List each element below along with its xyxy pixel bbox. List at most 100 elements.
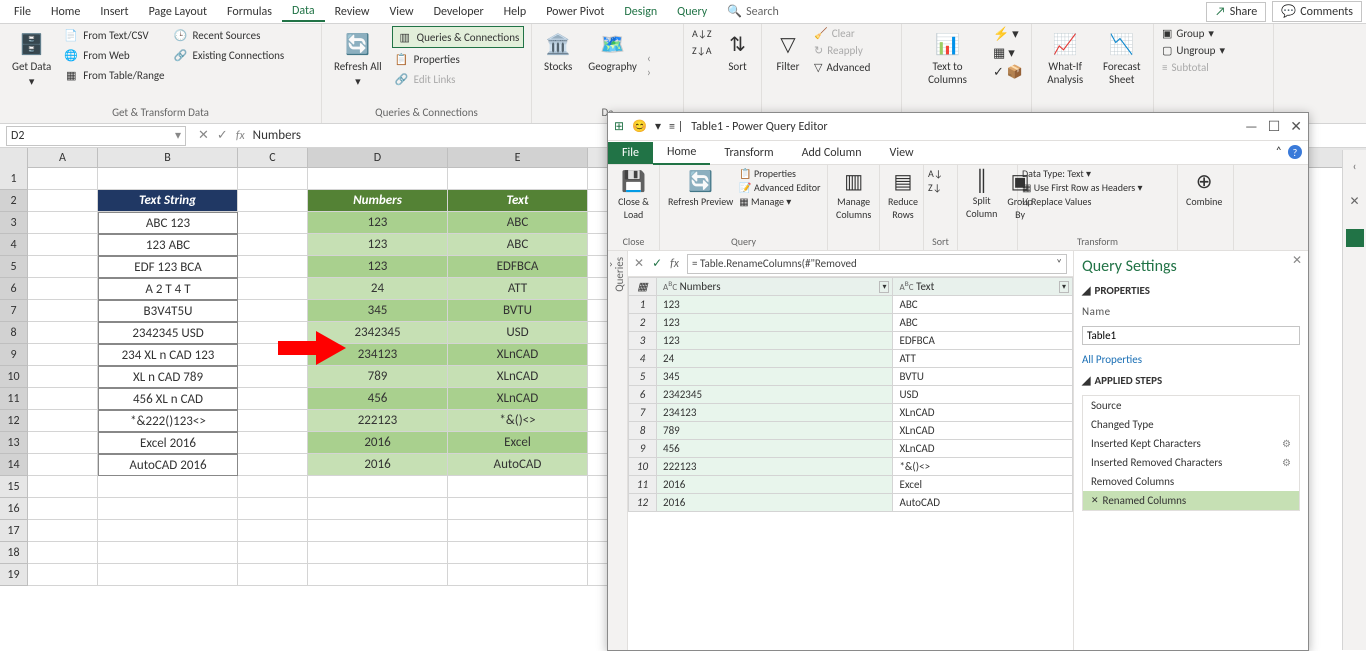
edit-links-button[interactable]: 🔗Edit Links (392, 70, 525, 88)
cell[interactable] (238, 168, 308, 190)
pq-cell[interactable]: 234123 (657, 404, 893, 422)
pq-row[interactable]: 1123ABC (629, 296, 1073, 314)
pq-cell[interactable]: 456 (657, 440, 893, 458)
row-header[interactable]: 10 (0, 366, 28, 388)
cell[interactable] (448, 542, 588, 564)
cell[interactable] (98, 476, 238, 498)
pq-cell[interactable]: 123 (657, 332, 893, 350)
cell[interactable] (28, 432, 98, 454)
cell[interactable] (238, 278, 308, 300)
tab-formulas[interactable]: Formulas (217, 3, 282, 21)
sort-asc[interactable]: A↓ (928, 167, 943, 180)
group-button[interactable]: ▣Group ▾ (1160, 26, 1227, 41)
pq-row[interactable]: 424ATT (629, 350, 1073, 368)
pq-tab-view[interactable]: View (876, 142, 928, 164)
row-header[interactable]: 19 (0, 564, 28, 586)
cell[interactable] (238, 542, 308, 564)
pq-index-cell[interactable]: 12 (629, 494, 657, 512)
from-text-csv[interactable]: 📄From Text/CSV (61, 26, 166, 44)
pq-index-cell[interactable]: 5 (629, 368, 657, 386)
chevron-left-icon[interactable]: ‹ (1352, 160, 1356, 174)
combine-button[interactable]: ⊕Combine (1182, 167, 1226, 210)
cell[interactable]: AutoCAD 2016 (98, 454, 238, 476)
cell[interactable]: USD (448, 322, 588, 344)
cell[interactable]: Text String (98, 190, 238, 212)
collapse-ribbon-icon[interactable]: ˄ (1276, 145, 1282, 159)
pq-cell[interactable]: XLnCAD (893, 422, 1073, 440)
cell[interactable] (28, 190, 98, 212)
help-icon[interactable]: ? (1288, 145, 1302, 159)
tab-developer[interactable]: Developer (424, 3, 494, 21)
pq-index-cell[interactable]: 3 (629, 332, 657, 350)
row-header[interactable]: 5 (0, 256, 28, 278)
sort-za[interactable]: Z↓A (690, 43, 714, 58)
cell[interactable]: XL n CAD 789 (98, 366, 238, 388)
pq-row[interactable]: 5345BVTU (629, 368, 1073, 386)
cell[interactable] (238, 476, 308, 498)
pq-cell[interactable]: XLnCAD (893, 404, 1073, 422)
col-header-a[interactable]: A (28, 148, 98, 167)
cell[interactable] (98, 498, 238, 520)
pq-tab-file[interactable]: File (608, 142, 653, 164)
cell[interactable] (28, 300, 98, 322)
col-header-b[interactable]: B (98, 148, 238, 167)
cell[interactable]: Numbers (308, 190, 448, 212)
cell[interactable]: A 2 T 4 T (98, 278, 238, 300)
cell[interactable] (448, 476, 588, 498)
tab-view[interactable]: View (380, 3, 424, 21)
row-header[interactable]: 14 (0, 454, 28, 476)
sort-desc[interactable]: Z↓ (928, 181, 943, 194)
cell[interactable]: 456 XL n CAD (98, 388, 238, 410)
existing-connections[interactable]: 🔗Existing Connections (170, 46, 286, 64)
cell[interactable] (238, 212, 308, 234)
pq-data-grid[interactable]: ▦ ABC Numbers▾ ABC Text▾ 1123ABC2123ABC3… (628, 277, 1073, 650)
applied-step[interactable]: Inserted Removed Characters⚙ (1083, 453, 1299, 472)
manage-button[interactable]: ▦ Manage ▾ (739, 195, 820, 208)
tab-design[interactable]: Design (614, 3, 667, 21)
pq-cell[interactable]: BVTU (893, 368, 1073, 386)
advanced-button[interactable]: ▽Advanced (812, 60, 872, 75)
cell[interactable]: Excel 2016 (98, 432, 238, 454)
pq-cell[interactable]: 24 (657, 350, 893, 368)
row-header[interactable]: 16 (0, 498, 28, 520)
pq-row[interactable]: 9456XLnCAD (629, 440, 1073, 458)
cell[interactable]: XLnCAD (448, 344, 588, 366)
cell[interactable] (238, 256, 308, 278)
cell[interactable] (238, 454, 308, 476)
tab-file[interactable]: File (4, 3, 41, 21)
data-valid[interactable]: ✓ 📦 (991, 64, 1025, 81)
select-all-corner[interactable] (0, 148, 28, 170)
cell[interactable] (308, 498, 448, 520)
pq-index-cell[interactable]: 4 (629, 350, 657, 368)
pq-cell[interactable]: XLnCAD (893, 440, 1073, 458)
tab-review[interactable]: Review (325, 3, 380, 21)
pq-cell[interactable]: *&()<> (893, 458, 1073, 476)
properties-section[interactable]: ◢PROPERTIES (1082, 284, 1300, 297)
cell[interactable] (28, 410, 98, 432)
cell[interactable] (28, 388, 98, 410)
replace-values[interactable]: ½ Replace Values (1022, 195, 1142, 208)
chevron-down-icon[interactable]: ˅ (1056, 257, 1062, 270)
close-icon[interactable]: ✕ (1349, 194, 1359, 209)
side-pane-collapsed[interactable]: ‹ ✕ (1342, 150, 1366, 650)
enter-icon[interactable]: ✓ (217, 128, 228, 143)
query-name-input[interactable] (1082, 326, 1300, 345)
all-properties-link[interactable]: All Properties (1082, 353, 1300, 366)
pq-index-cell[interactable]: 1 (629, 296, 657, 314)
row-header[interactable]: 8 (0, 322, 28, 344)
nav-buttons[interactable]: ‹› (647, 52, 651, 80)
cell[interactable] (28, 498, 98, 520)
applied-step[interactable]: Inserted Kept Characters⚙ (1083, 434, 1299, 453)
filter-dropdown-icon[interactable]: ▾ (1059, 281, 1069, 293)
geography-button[interactable]: 🗺️Geography (582, 26, 643, 77)
cell[interactable] (308, 564, 448, 586)
cell[interactable] (238, 498, 308, 520)
cell[interactable]: *&222()123<> (98, 410, 238, 432)
properties-button[interactable]: 📋Properties (392, 50, 525, 68)
cell[interactable]: XLnCAD (448, 388, 588, 410)
applied-step[interactable]: Source (1083, 396, 1299, 415)
pq-cell[interactable]: 2016 (657, 476, 893, 494)
cell[interactable] (28, 476, 98, 498)
pq-row[interactable]: 7234123XLnCAD (629, 404, 1073, 422)
name-box[interactable]: D2▾ (6, 126, 186, 146)
